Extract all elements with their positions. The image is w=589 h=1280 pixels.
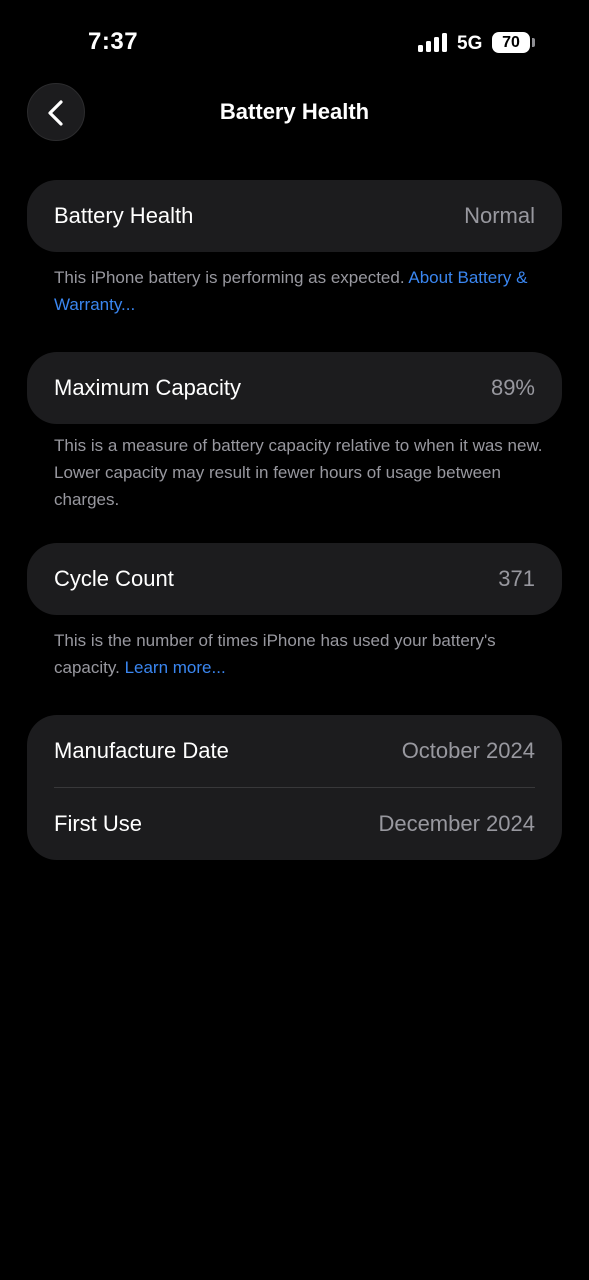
battery-nub <box>532 38 535 47</box>
maximum-capacity-row: Maximum Capacity 89% <box>27 352 562 424</box>
battery-health-row: Battery Health Normal <box>27 180 562 252</box>
battery-health-screen: 7:37 5G 70 Battery Health Battery Health… <box>0 0 589 1280</box>
manufacture-date-label: Manufacture Date <box>54 738 229 763</box>
battery-health-value: Normal <box>464 203 535 228</box>
dates-card: Manufacture Date October 2024 First Use … <box>27 715 562 860</box>
first-use-label: First Use <box>54 811 142 836</box>
network-type: 5G <box>457 33 483 54</box>
battery-icon: 70 <box>492 32 530 53</box>
manufacture-date-row: Manufacture Date October 2024 <box>27 715 562 787</box>
maximum-capacity-value: 89% <box>490 375 535 400</box>
learn-more-link[interactable]: Learn more... <box>125 658 226 677</box>
battery-health-footnote-text: This iPhone battery is performing as exp… <box>54 268 409 287</box>
battery-health-label: Battery Health <box>54 203 194 228</box>
maximum-capacity-card: Maximum Capacity 89% <box>27 352 562 424</box>
battery-level: 70 <box>502 34 520 51</box>
cycle-count-label: Cycle Count <box>54 566 174 591</box>
battery-health-card: Battery Health Normal <box>27 180 562 252</box>
cycle-count-footnote: This is the number of times iPhone has u… <box>54 627 544 681</box>
cycle-count-card: Cycle Count 371 <box>27 543 562 615</box>
manufacture-date-value: October 2024 <box>401 738 535 763</box>
cellular-signal-icon <box>418 33 447 52</box>
maximum-capacity-label: Maximum Capacity <box>54 375 242 400</box>
cycle-count-row: Cycle Count 371 <box>27 543 562 615</box>
maximum-capacity-footnote: This is a measure of battery capacity re… <box>54 436 543 509</box>
cycle-count-footnote-text: This is the number of times iPhone has u… <box>54 631 496 677</box>
page-title: Battery Health <box>219 99 370 124</box>
first-use-row: First Use December 2024 <box>27 788 562 860</box>
battery-health-footnote: This iPhone battery is performing as exp… <box>54 264 544 318</box>
first-use-value: December 2024 <box>378 811 535 836</box>
status-bar: 7:37 5G 70 <box>0 0 589 80</box>
status-time: 7:37 <box>88 28 139 55</box>
cycle-count-value: 371 <box>498 566 535 591</box>
